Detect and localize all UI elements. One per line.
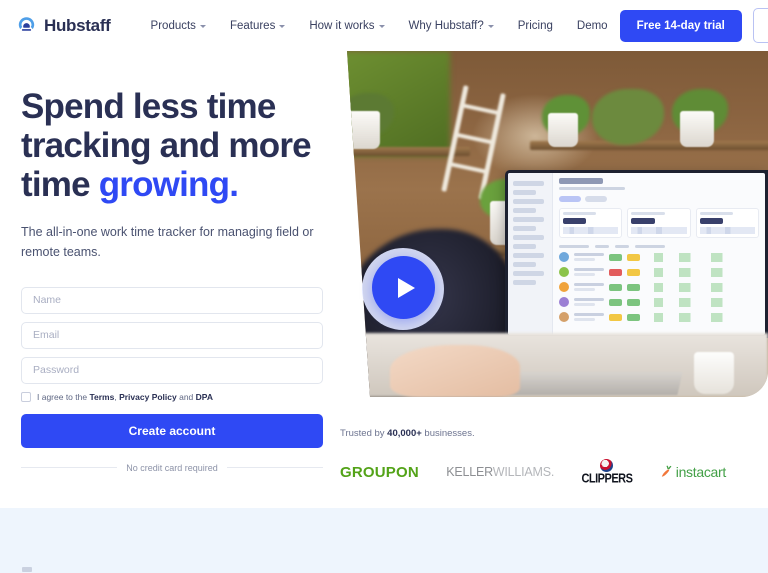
instacart-logo: instacart (660, 464, 726, 480)
groupon-logo: GROUPON (340, 463, 419, 481)
chevron-down-icon (378, 24, 385, 28)
hubstaff-dashboard-screen (508, 173, 765, 335)
chevron-down-icon (279, 24, 286, 28)
kw-thin-part: WILLIAMS. (492, 465, 555, 479)
play-button-icon[interactable] (372, 256, 435, 319)
signup-form: I agree to the Terms, Privacy Policy and… (21, 286, 324, 473)
sign-in-button[interactable]: Sign in (752, 8, 768, 43)
trusted-by-section: Trusted by 40,000+ businesses. GROUPON K… (340, 428, 760, 486)
nav-item-how-it-works[interactable]: How it works (297, 14, 396, 38)
hubstaff-logo-text: Hubstaff (44, 15, 111, 35)
chevron-down-icon (487, 24, 494, 28)
headline-accent-word: growing. (98, 165, 239, 205)
name-input[interactable] (21, 286, 323, 314)
hero-subtitle: The all-in-one work time tracker for man… (21, 224, 314, 259)
divider-line-left (21, 467, 118, 469)
dashboard-main (553, 173, 765, 335)
play-triangle-icon (397, 277, 415, 298)
chevron-down-icon (199, 24, 206, 28)
create-account-button[interactable]: Create account (21, 413, 323, 448)
next-section-band (0, 508, 768, 573)
clippers-wordmark: CLIPPERS (581, 472, 633, 486)
hero-video-thumbnail[interactable] (347, 51, 768, 397)
agree-sep-2: and (176, 391, 196, 402)
nav-item-demo[interactable]: Demo (565, 14, 620, 38)
nav-item-why-hubstaff-label: Why Hubstaff? (408, 19, 484, 32)
keller-williams-logo: KELLERWILLIAMS. (446, 465, 554, 479)
play-video-control[interactable] (362, 248, 444, 330)
section-content-sliver (22, 567, 32, 572)
free-trial-button[interactable]: Free 14-day trial (619, 9, 742, 42)
headline-line-3-prefix: time (21, 165, 99, 205)
nav-item-features[interactable]: Features (218, 14, 297, 38)
hubstaff-logo-icon (16, 15, 37, 36)
nav-item-pricing-label: Pricing (517, 19, 553, 32)
trusted-by-text: Trusted by 40,000+ businesses. (340, 428, 760, 439)
top-navigation-bar: Hubstaff Products Features How it works … (0, 0, 768, 51)
headline-line-1: Spend less time (21, 87, 276, 126)
no-credit-card-divider: No credit card required (21, 462, 324, 473)
page-title: Spend less time tracking and more time g… (21, 87, 341, 205)
terms-agreement-label: I agree to the Terms, Privacy Policy and… (37, 392, 213, 402)
nav-actions: Free 14-day trial Sign in (619, 8, 768, 43)
plant-pot (348, 111, 380, 149)
agree-prefix: I agree to the (37, 391, 90, 402)
password-input[interactable] (21, 356, 323, 384)
trusted-prefix: Trusted by (340, 428, 388, 439)
trusted-suffix: businesses. (421, 428, 475, 439)
nav-item-pricing[interactable]: Pricing (506, 14, 565, 38)
office-photo (347, 51, 768, 397)
nav-item-why-hubstaff[interactable]: Why Hubstaff? (397, 14, 506, 38)
privacy-policy-link[interactable]: Privacy Policy (119, 392, 177, 402)
plant-pot (680, 111, 714, 147)
terms-link[interactable]: Terms (89, 392, 114, 402)
trusted-count: 40,000+ (387, 428, 422, 439)
nav-item-features-label: Features (229, 19, 276, 32)
no-credit-card-text: No credit card required (126, 462, 218, 473)
landing-page: Hubstaff Products Features How it works … (0, 0, 768, 573)
nav-item-products[interactable]: Products (139, 14, 218, 38)
hubstaff-logo[interactable]: Hubstaff (16, 15, 111, 36)
nav-item-demo-label: Demo (576, 19, 608, 32)
hero-section: Spend less time tracking and more time g… (0, 51, 768, 508)
terms-agreement-row: I agree to the Terms, Privacy Policy and… (21, 391, 323, 402)
clippers-logo: CLIPPERS (581, 459, 633, 486)
divider-line-right (226, 467, 324, 469)
basketball-icon (600, 459, 614, 472)
monitor-with-dashboard (505, 170, 768, 338)
dpa-link[interactable]: DPA (196, 392, 213, 402)
coffee-cup (694, 352, 734, 394)
plant (592, 89, 664, 145)
headline-line-2: tracking and more (21, 126, 312, 166)
nav-item-products-label: Products (150, 19, 196, 32)
nav-item-how-it-works-label: How it works (309, 19, 375, 32)
kw-bold-part: KELLER (446, 465, 493, 479)
carrot-icon (660, 465, 672, 479)
plant-pot (548, 113, 578, 147)
email-input[interactable] (21, 321, 323, 349)
nav-links: Products Features How it works Why Hubst… (139, 14, 620, 38)
dashboard-sidebar (508, 173, 553, 335)
terms-checkbox[interactable] (21, 391, 31, 402)
hands-typing (390, 345, 520, 397)
client-logos: GROUPON KELLERWILLIAMS. CLIPPERS instaca… (340, 459, 760, 486)
hero-left-column: Spend less time tracking and more time g… (21, 87, 341, 473)
instacart-wordmark: instacart (675, 464, 727, 480)
